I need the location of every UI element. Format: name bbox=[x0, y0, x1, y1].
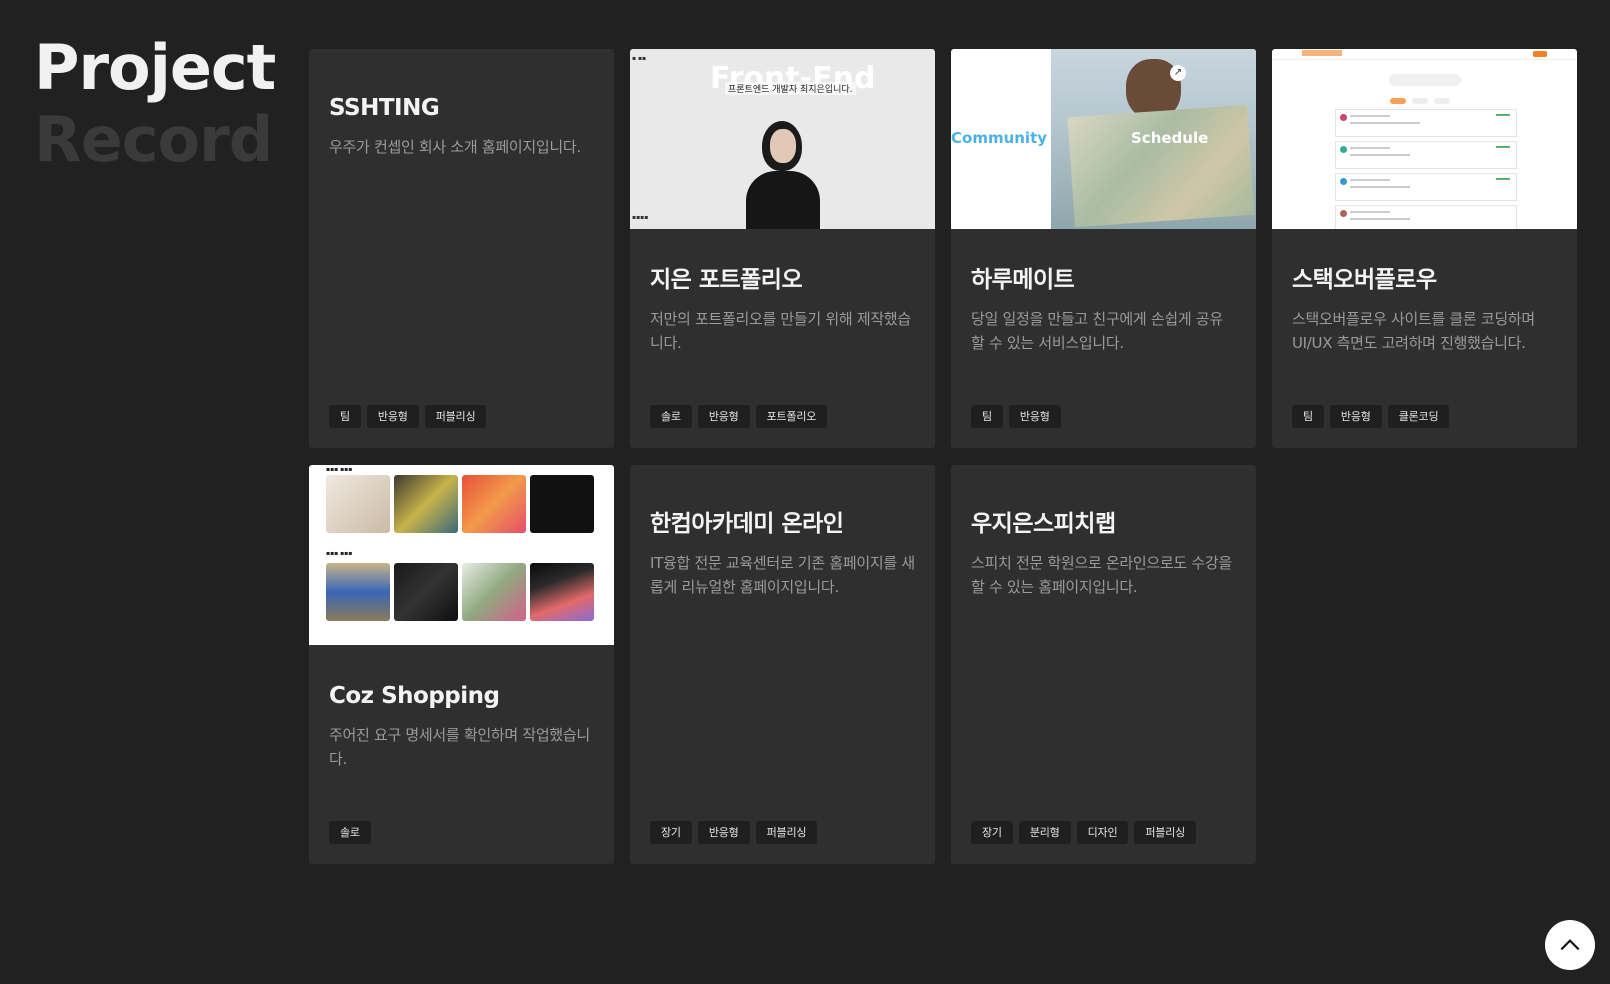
tag: 솔로 bbox=[329, 821, 371, 844]
card-body: Coz Shopping 주어진 요구 명세서를 확인하며 작업했습니다. bbox=[309, 645, 614, 771]
project-thumbnail: ▪▪▪ ▪▪▪ ▪▪▪ ▪▪▪ bbox=[309, 465, 614, 645]
tag: 팀 bbox=[329, 405, 361, 428]
arrow-up-right-icon: ↗ bbox=[1170, 65, 1186, 81]
thumbnail-product-tile bbox=[394, 563, 458, 621]
card-body: 스택오버플로우 스택오버플로우 사이트를 클론 코딩하며 UI/UX 측면도 고… bbox=[1272, 229, 1577, 355]
tag: 솔로 bbox=[650, 405, 692, 428]
tag: 반응형 bbox=[1008, 405, 1061, 428]
tag: 포트폴리오 bbox=[755, 405, 828, 428]
thumbnail-question-row bbox=[1335, 141, 1517, 169]
tag: 장기 bbox=[971, 821, 1013, 844]
tag-list: 장기 분리형 디자인 퍼블리싱 bbox=[971, 821, 1197, 844]
project-card-stackoverflow[interactable]: 스택오버플로우 스택오버플로우 사이트를 클론 코딩하며 UI/UX 측면도 고… bbox=[1272, 49, 1577, 448]
thumbnail-brand bbox=[1302, 50, 1342, 56]
thumbnail-subtitle: 프론트엔드 개발자 최지은입니다. bbox=[725, 82, 856, 95]
tag-list: 솔로 bbox=[329, 821, 371, 844]
thumbnail-product-tile bbox=[326, 563, 390, 621]
project-record-page: Project Record SSHTING 우주가 컨셉인 회사 소개 홈페이… bbox=[0, 0, 1610, 984]
tag: 반응형 bbox=[1329, 405, 1382, 428]
portrait-face bbox=[770, 129, 796, 163]
project-title: SSHTING bbox=[329, 95, 440, 121]
project-card-hancom-academy[interactable]: 한컴아카데미 온라인 IT융합 전문 교육센터로 기존 홈페이지를 새롭게 리뉴… bbox=[630, 465, 935, 864]
thumbnail-map bbox=[1067, 104, 1255, 228]
project-description: 주어진 요구 명세서를 확인하며 작업했습니다. bbox=[329, 726, 590, 768]
scroll-to-top-button[interactable] bbox=[1545, 920, 1595, 970]
project-card-coz-shopping[interactable]: ▪▪▪ ▪▪▪ ▪▪▪ ▪▪▪ Coz Shopping 주어진 요구 명세서를… bbox=[309, 465, 614, 864]
thumbnail-section-label: ▪▪▪ ▪▪▪ bbox=[326, 550, 353, 557]
card-body: 하루메이트 당일 일정을 만들고 친구에게 손쉽게 공유할 수 있는 서비스입니… bbox=[951, 229, 1256, 355]
project-title: 하루메이트 bbox=[971, 267, 1075, 293]
thumbnail-product-tile bbox=[326, 475, 390, 533]
thumbnail-product-tile bbox=[394, 475, 458, 533]
project-card-jieun-portfolio[interactable]: ▪ ▪▪ Front-End 프론트엔드 개발자 최지은입니다. ▪▪▪▪ 지은… bbox=[630, 49, 935, 448]
tag: 퍼블리싱 bbox=[1134, 821, 1197, 844]
project-card-speech-lab[interactable]: 우지은스피치랩 스피치 전문 학원으로 온라인으로도 수강을 할 수 있는 홈페… bbox=[951, 465, 1256, 864]
project-thumbnail: ▪ ▪▪ Front-End 프론트엔드 개발자 최지은입니다. ▪▪▪▪ bbox=[630, 49, 935, 229]
tag: 팀 bbox=[971, 405, 1003, 428]
project-title: Coz Shopping bbox=[329, 683, 500, 709]
thumbnail-section-label: ▪▪▪ ▪▪▪ bbox=[326, 466, 353, 473]
tag: 반응형 bbox=[697, 405, 750, 428]
tag: 퍼블리싱 bbox=[424, 405, 487, 428]
project-description: 저만의 포트폴리오를 만들기 위해 제작했습니다. bbox=[650, 310, 911, 352]
heading-project: Project bbox=[34, 31, 276, 104]
tag-list: 팀 반응형 퍼블리싱 bbox=[329, 405, 487, 428]
chevron-up-icon bbox=[1560, 939, 1580, 951]
project-description: 당일 일정을 만들고 친구에게 손쉽게 공유할 수 있는 서비스입니다. bbox=[971, 310, 1223, 352]
tag: 반응형 bbox=[697, 821, 750, 844]
card-body: 지은 포트폴리오 저만의 포트폴리오를 만들기 위해 제작했습니다. bbox=[630, 229, 935, 355]
project-description: 우주가 컨셉인 회사 소개 홈페이지입니다. bbox=[329, 138, 581, 156]
thumbnail-product-tile bbox=[462, 563, 526, 621]
section-heading: Project Record bbox=[34, 31, 276, 176]
project-thumbnail bbox=[1272, 49, 1577, 229]
tag: 클론코딩 bbox=[1387, 405, 1450, 428]
thumbnail-filter bbox=[1434, 98, 1450, 104]
project-card-harumate[interactable]: Community Schedule ↗ 하루메이트 당일 일정을 만들고 친구… bbox=[951, 49, 1256, 448]
heading-record: Record bbox=[34, 103, 273, 176]
tag-list: 장기 반응형 퍼블리싱 bbox=[650, 821, 818, 844]
portrait-body bbox=[746, 171, 820, 229]
tag: 반응형 bbox=[366, 405, 419, 428]
thumbnail-login-button bbox=[1533, 51, 1547, 57]
thumbnail-question-row bbox=[1335, 205, 1517, 229]
thumbnail-community-label: Community bbox=[951, 129, 1048, 147]
tag-list: 팀 반응형 bbox=[971, 405, 1061, 428]
tag: 퍼블리싱 bbox=[755, 821, 818, 844]
tag: 장기 bbox=[650, 821, 692, 844]
card-body: 우지은스피치랩 스피치 전문 학원으로 온라인으로도 수강을 할 수 있는 홈페… bbox=[951, 465, 1256, 599]
project-thumbnail: Community Schedule ↗ bbox=[951, 49, 1256, 229]
project-description: 스피치 전문 학원으로 온라인으로도 수강을 할 수 있는 홈페이지입니다. bbox=[971, 554, 1232, 596]
thumbnail-logo: ▪ ▪▪ bbox=[632, 55, 647, 62]
project-description: IT융합 전문 교육센터로 기존 홈페이지를 새롭게 리뉴얼한 홈페이지입니다. bbox=[650, 554, 915, 596]
project-grid: SSHTING 우주가 컨셉인 회사 소개 홈페이지입니다. 팀 반응형 퍼블리… bbox=[309, 49, 1577, 864]
card-body: 한컴아카데미 온라인 IT융합 전문 교육센터로 기존 홈페이지를 새롭게 리뉴… bbox=[630, 465, 935, 599]
thumbnail-question-row bbox=[1335, 109, 1517, 137]
thumbnail-footer: ▪▪▪▪ bbox=[632, 214, 649, 221]
thumbnail-question-row bbox=[1335, 173, 1517, 201]
thumbnail-product-tile bbox=[530, 563, 594, 621]
thumbnail-filter bbox=[1390, 98, 1406, 104]
project-title: 한컴아카데미 온라인 bbox=[650, 511, 844, 537]
thumbnail-filter bbox=[1412, 98, 1428, 104]
thumbnail-schedule-label: Schedule bbox=[1131, 129, 1209, 147]
tag: 팀 bbox=[1292, 405, 1324, 428]
tag-list: 솔로 반응형 포트폴리오 bbox=[650, 405, 828, 428]
project-description: 스택오버플로우 사이트를 클론 코딩하며 UI/UX 측면도 고려하며 진행했습… bbox=[1292, 310, 1535, 352]
project-title: 스택오버플로우 bbox=[1292, 267, 1437, 293]
card-body: SSHTING 우주가 컨셉인 회사 소개 홈페이지입니다. bbox=[309, 49, 614, 159]
thumbnail-search bbox=[1389, 74, 1461, 86]
project-card-sshting[interactable]: SSHTING 우주가 컨셉인 회사 소개 홈페이지입니다. 팀 반응형 퍼블리… bbox=[309, 49, 614, 448]
tag: 디자인 bbox=[1076, 821, 1129, 844]
project-title: 지은 포트폴리오 bbox=[650, 267, 803, 293]
tag-list: 팀 반응형 클론코딩 bbox=[1292, 405, 1450, 428]
thumbnail-product-tile bbox=[530, 475, 594, 533]
thumbnail-product-tile bbox=[462, 475, 526, 533]
project-title: 우지은스피치랩 bbox=[971, 511, 1116, 537]
tag: 분리형 bbox=[1018, 821, 1071, 844]
